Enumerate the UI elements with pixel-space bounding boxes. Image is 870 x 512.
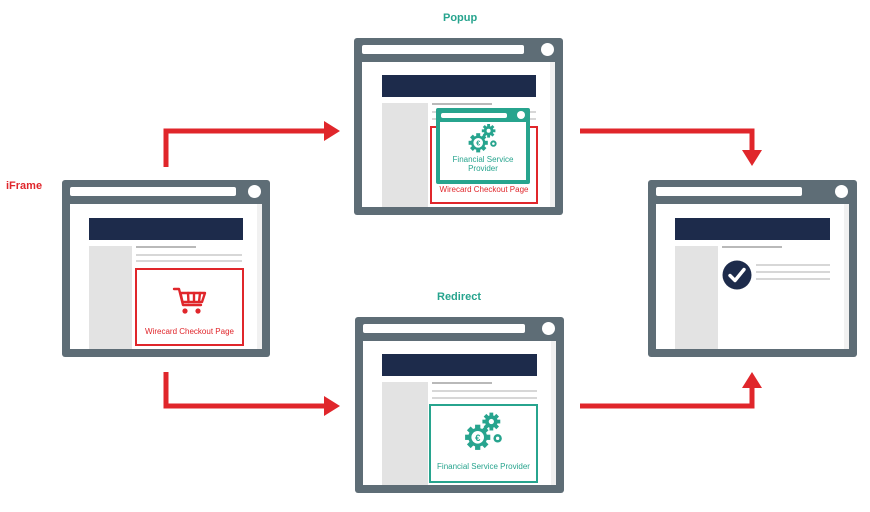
provider-frame: € Financial Service Provider	[429, 404, 538, 483]
arrow-popup-to-result	[580, 128, 755, 152]
checkout-frame: Wirecard Checkout Page	[135, 268, 244, 346]
window-button	[248, 185, 261, 198]
page-header	[675, 218, 830, 240]
address-bar	[363, 324, 525, 333]
page-header	[382, 75, 536, 97]
text-line	[756, 264, 830, 266]
window-button	[835, 185, 848, 198]
page-sidebar	[382, 103, 428, 207]
scrollbar	[257, 204, 262, 349]
provider-label: Financial Service Provider	[452, 155, 514, 173]
shopping-cart-icon	[172, 287, 207, 314]
window-content: Wirecard Checkout Page	[362, 62, 555, 207]
window-content	[656, 204, 849, 349]
text-line	[136, 246, 196, 248]
window-content: € Financial Service Provider	[363, 341, 556, 485]
popup-address-bar	[441, 113, 507, 118]
text-line	[432, 390, 537, 392]
popup-label: Popup	[443, 12, 478, 24]
text-line	[136, 260, 242, 262]
gears-euro-icon: €	[465, 412, 502, 450]
page-sidebar	[89, 246, 132, 349]
scrollbar	[844, 204, 849, 349]
result-browser-window	[648, 180, 857, 357]
arrowhead-result-bottom	[742, 372, 762, 388]
redirect-browser-window: € Financial Service Provider	[355, 317, 564, 493]
checkmark-circle-icon	[722, 260, 752, 290]
popup-overlay-window: € Financial Service Provider	[436, 108, 530, 184]
provider-label: Financial Service Provider	[437, 462, 530, 471]
text-line	[756, 271, 830, 273]
redirect-label: Redirect	[437, 291, 482, 303]
arrow-iframe-to-redirect	[163, 372, 328, 409]
page-sidebar	[382, 382, 428, 485]
iframe-browser-window: Wirecard Checkout Page	[62, 180, 270, 357]
address-bar	[362, 45, 524, 54]
arrowhead-redirect	[324, 396, 340, 416]
svg-text:€: €	[475, 433, 481, 444]
page-sidebar	[675, 246, 718, 349]
text-line	[432, 397, 537, 399]
svg-text:€: €	[476, 139, 480, 148]
text-line	[722, 246, 782, 248]
gears-euro-icon: €	[468, 124, 497, 153]
text-line	[432, 103, 492, 105]
popup-browser-window: Wirecard Checkout Page € Financial Servi…	[354, 38, 563, 215]
iframe-label: iFrame	[6, 180, 43, 192]
arrowhead-popup	[324, 121, 340, 141]
page-header	[382, 354, 537, 376]
text-line	[756, 278, 830, 280]
window-content: Wirecard Checkout Page	[70, 204, 262, 349]
popup-content: € Financial Service Provider	[440, 122, 526, 180]
page-header	[89, 218, 243, 240]
checkout-page-label: Wirecard Checkout Page	[439, 185, 529, 194]
scrollbar	[550, 62, 555, 207]
text-line	[136, 254, 242, 256]
window-button	[541, 43, 554, 56]
address-bar	[656, 187, 802, 196]
popup-window-button	[517, 111, 525, 119]
scrollbar	[551, 341, 556, 485]
arrow-redirect-to-result	[580, 386, 755, 409]
checkout-page-label: Wirecard Checkout Page	[145, 327, 234, 336]
window-button	[542, 322, 555, 335]
arrowhead-result-top	[742, 150, 762, 166]
address-bar	[70, 187, 236, 196]
arrow-iframe-to-popup	[163, 128, 328, 167]
text-line	[432, 382, 492, 384]
